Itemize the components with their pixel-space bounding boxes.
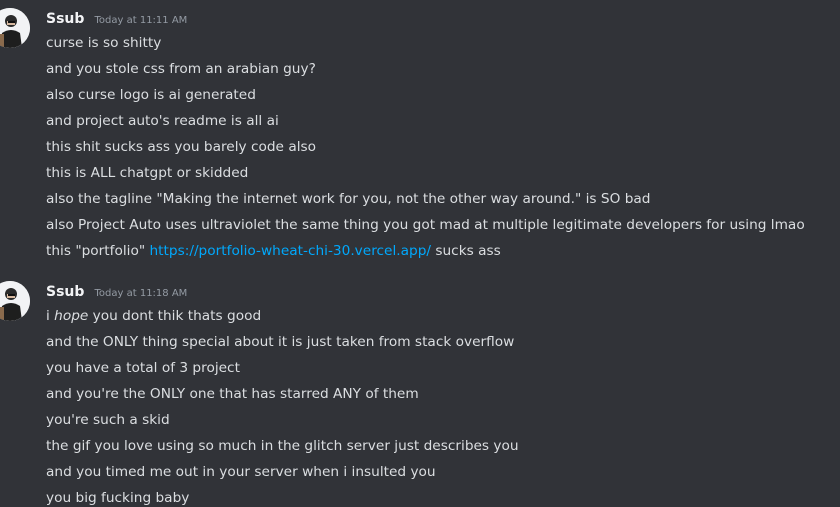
message-lines: curse is so shitty and you stole css fro… — [46, 30, 805, 264]
hope-emphasis: hope — [54, 308, 89, 324]
message-lines: i hope you dont thik thats good and the … — [46, 303, 519, 507]
chat-messages: Ssub Today at 11:11 AM curse is so shitt… — [0, 0, 840, 507]
avatar-image — [0, 8, 30, 48]
message-line: this shit sucks ass you barely code also — [46, 139, 317, 155]
username[interactable]: Ssub — [46, 284, 84, 300]
portfolio-prefix: this "portfolio" — [46, 243, 150, 259]
avatar[interactable] — [0, 8, 30, 48]
message-line: and the ONLY thing special about it is j… — [46, 334, 515, 350]
timestamp[interactable]: Today at 11:11 AM — [95, 15, 188, 26]
message-line: curse is so shitty — [46, 35, 162, 51]
message-line: you big fucking baby — [46, 490, 190, 506]
message-header: Ssub Today at 11:11 AM — [46, 8, 187, 28]
message-line: also Project Auto uses ultraviolet the s… — [46, 217, 805, 233]
portfolio-link[interactable]: https://portfolio-wheat-chi-30.vercel.ap… — [150, 243, 432, 259]
message-line: this is ALL chatgpt or skidded — [46, 165, 249, 181]
message-header: Ssub Today at 11:18 AM — [46, 281, 187, 301]
hope-prefix: i — [46, 308, 55, 324]
message-line: and you timed me out in your server when… — [46, 464, 436, 480]
message-line-portfolio: this "portfolio" https://portfolio-wheat… — [46, 238, 805, 264]
avatar-image — [0, 281, 30, 321]
message-line: you're such a skid — [46, 412, 170, 428]
timestamp[interactable]: Today at 11:18 AM — [95, 288, 188, 299]
message-line: and you stole css from an arabian guy? — [46, 61, 316, 77]
avatar[interactable] — [0, 281, 30, 321]
message-line: also curse logo is ai generated — [46, 87, 256, 103]
message-line: the gif you love using so much in the gl… — [46, 438, 519, 454]
portfolio-suffix: sucks ass — [431, 243, 501, 259]
message-line: you have a total of 3 project — [46, 360, 240, 376]
message-line: also the tagline "Making the internet wo… — [46, 191, 651, 207]
message-line: and project auto's readme is all ai — [46, 113, 279, 129]
username[interactable]: Ssub — [46, 11, 84, 27]
hope-suffix: you dont thik thats good — [88, 308, 262, 324]
message-line-hope: i hope you dont thik thats good — [46, 303, 519, 329]
message-line: and you're the ONLY one that has starred… — [46, 386, 419, 402]
